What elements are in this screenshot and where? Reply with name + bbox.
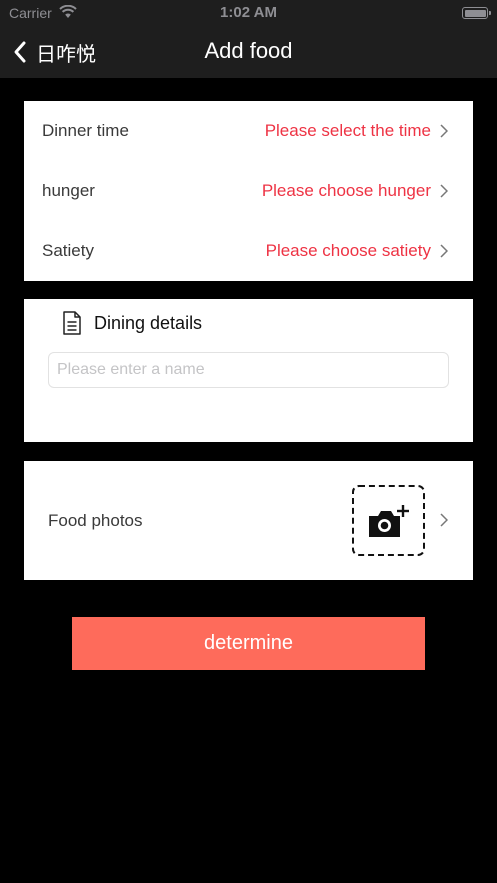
- food-photos-card[interactable]: Food photos: [24, 461, 473, 580]
- document-icon: [63, 311, 81, 335]
- chevron-right-icon: [440, 513, 448, 527]
- hunger-value: Please choose hunger: [261, 181, 431, 200]
- battery-icon: [462, 7, 491, 19]
- status-bar: Carrier 1:02 AM: [0, 0, 497, 26]
- camera-add-icon: [368, 504, 409, 537]
- status-time: 1:02 AM: [220, 4, 277, 21]
- page-title: Add food: [204, 38, 293, 63]
- dinner-time-row[interactable]: Dinner time Please select the time: [24, 101, 473, 161]
- satiety-value: Please choose satiety: [265, 241, 431, 260]
- dinner-time-label: Dinner time: [42, 121, 129, 140]
- dining-details-title: Dining details: [94, 313, 203, 333]
- chevron-right-icon: [440, 184, 448, 198]
- dining-details-card: Dining details: [24, 299, 473, 442]
- food-photos-label: Food photos: [48, 511, 143, 530]
- determine-button[interactable]: determine: [72, 617, 425, 670]
- add-photo-button[interactable]: [352, 485, 425, 556]
- meal-info-card: Dinner time Please select the time hunge…: [24, 101, 473, 281]
- chevron-right-icon: [440, 124, 448, 138]
- satiety-row[interactable]: Satiety Please choose satiety: [24, 221, 473, 281]
- navigation-bar: 日咋悦 Add food: [0, 26, 497, 78]
- satiety-label: Satiety: [42, 241, 94, 260]
- hunger-label: hunger: [42, 181, 95, 200]
- name-input[interactable]: [48, 352, 449, 388]
- hunger-row[interactable]: hunger Please choose hunger: [24, 161, 473, 221]
- chevron-right-icon: [440, 244, 448, 258]
- dinner-time-value: Please select the time: [264, 121, 431, 140]
